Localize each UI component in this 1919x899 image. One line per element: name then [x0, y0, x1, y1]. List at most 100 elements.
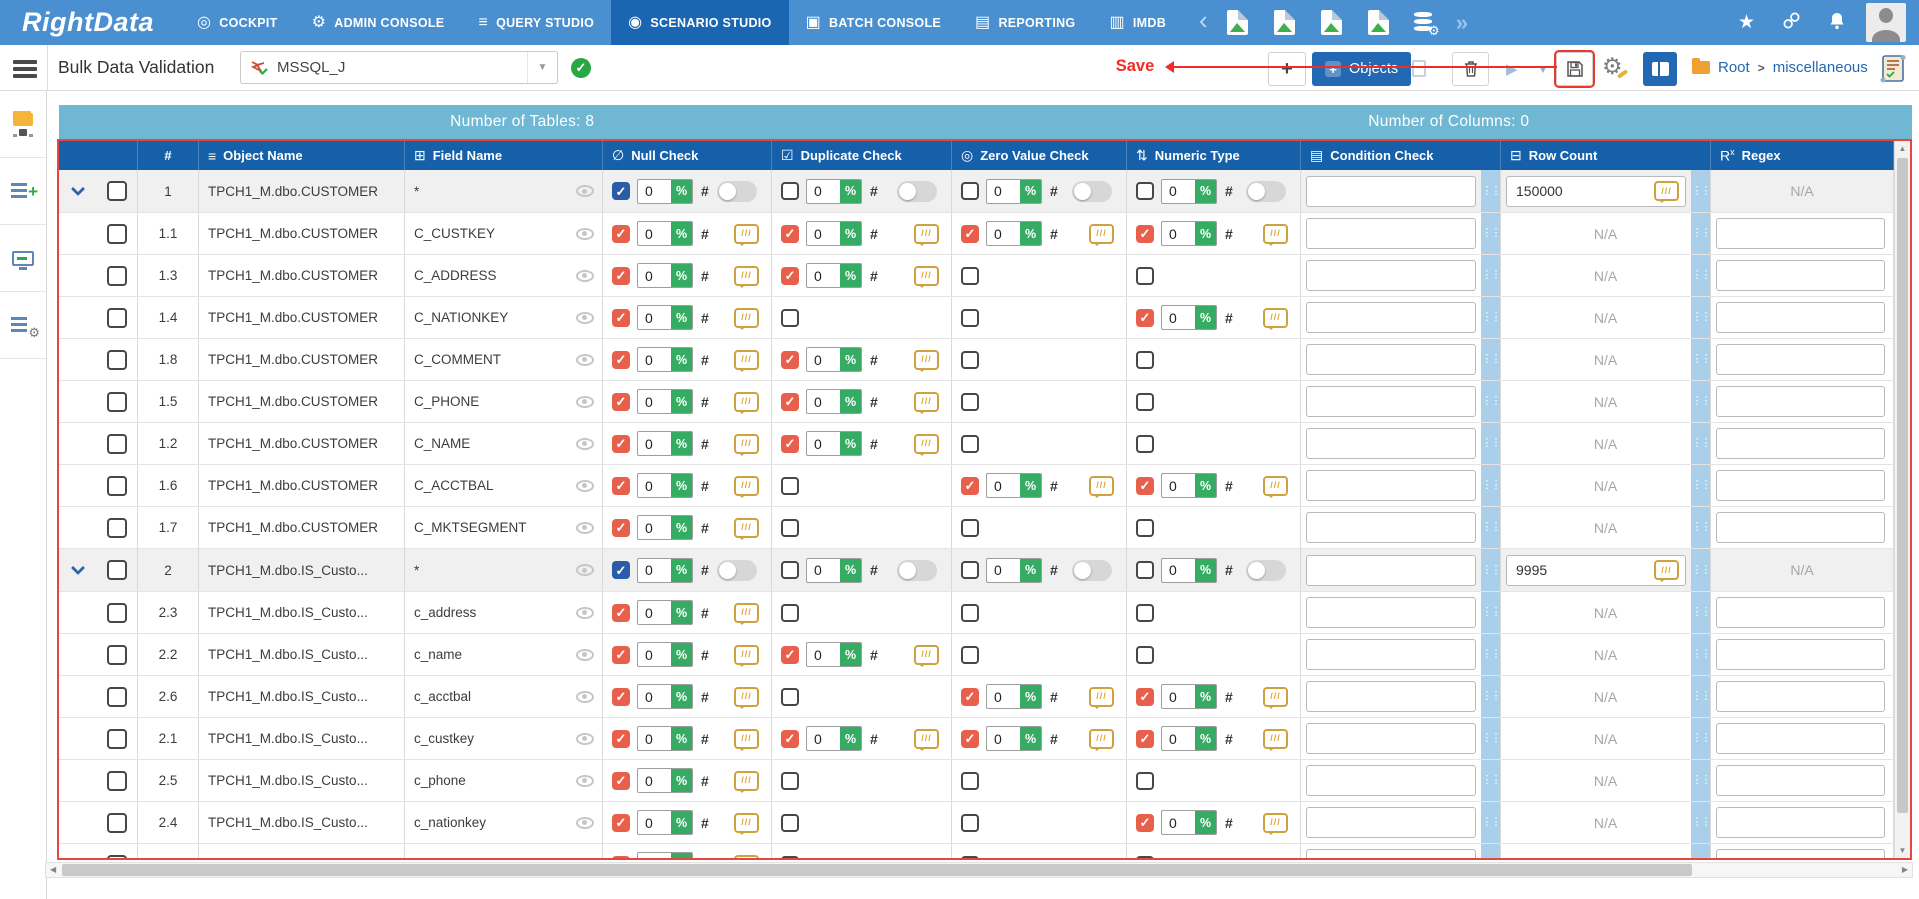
regex-input[interactable]: [1716, 681, 1885, 712]
column-drag-handle[interactable]: ⋮⋮: [1481, 549, 1500, 591]
zero-value-check-cell-checkbox[interactable]: [961, 267, 979, 285]
threshold-input[interactable]: 0%: [986, 473, 1042, 498]
threshold-input[interactable]: 0%: [986, 179, 1042, 204]
row-checkbox[interactable]: [107, 729, 127, 749]
eye-icon[interactable]: [576, 228, 594, 240]
count-hash-label[interactable]: #: [1225, 562, 1233, 578]
column-drag-handle[interactable]: ⋮⋮: [1481, 718, 1500, 759]
threshold-input[interactable]: 0%: [806, 642, 862, 667]
toggle-switch[interactable]: [717, 560, 757, 581]
count-hash-label[interactable]: #: [870, 226, 878, 242]
column-drag-handle[interactable]: ⋮⋮: [1481, 802, 1500, 843]
zero-value-check-cell-checkbox[interactable]: [961, 477, 979, 495]
percent-badge[interactable]: %: [671, 727, 692, 750]
scenario-scroll-icon[interactable]: [1878, 53, 1908, 89]
comment-bubble-icon[interactable]: ///: [914, 224, 939, 244]
column-drag-handle[interactable]: ⋮⋮: [1481, 592, 1500, 633]
percent-badge[interactable]: %: [671, 769, 692, 792]
comment-bubble-icon[interactable]: ///: [1089, 476, 1114, 496]
column-header-number[interactable]: #: [138, 141, 199, 170]
comment-bubble-icon[interactable]: ///: [1263, 308, 1288, 328]
scroll-left-arrow-icon[interactable]: ◀: [50, 865, 56, 874]
eye-icon[interactable]: [576, 354, 594, 366]
row-checkbox[interactable]: [107, 476, 127, 496]
column-drag-handle[interactable]: ⋮⋮: [1691, 465, 1710, 506]
percent-badge[interactable]: %: [1195, 811, 1216, 834]
comment-bubble-icon[interactable]: ///: [914, 266, 939, 286]
regex-input[interactable]: [1716, 807, 1885, 838]
open-scenario-doc-icon[interactable]: [1274, 10, 1295, 35]
row-checkbox[interactable]: [107, 181, 127, 201]
count-hash-label[interactable]: #: [701, 268, 709, 284]
regex-input[interactable]: [1716, 849, 1885, 858]
regex-input[interactable]: [1716, 428, 1885, 459]
percent-badge[interactable]: %: [671, 180, 692, 203]
comment-bubble-icon[interactable]: ///: [734, 687, 759, 707]
comment-bubble-icon[interactable]: ///: [734, 729, 759, 749]
eye-icon[interactable]: [576, 607, 594, 619]
percent-badge[interactable]: %: [1020, 180, 1041, 203]
duplicate-check-cell-checkbox[interactable]: [781, 856, 799, 859]
condition-input[interactable]: [1306, 765, 1476, 796]
breadcrumb-current[interactable]: miscellaneous: [1773, 59, 1868, 76]
column-drag-handle[interactable]: ⋮⋮: [1481, 676, 1500, 717]
threshold-input[interactable]: 0%: [637, 347, 693, 372]
threshold-input[interactable]: 0%: [806, 347, 862, 372]
null-check-cell-checkbox[interactable]: [612, 225, 630, 243]
eye-icon[interactable]: [576, 522, 594, 534]
count-hash-label[interactable]: #: [1225, 478, 1233, 494]
column-drag-handle[interactable]: ⋮⋮: [1691, 213, 1710, 254]
column-header-row-count[interactable]: ⊟Row Count: [1501, 141, 1711, 170]
percent-badge[interactable]: %: [840, 727, 861, 750]
zero-value-check-cell-checkbox[interactable]: [961, 182, 979, 200]
threshold-input[interactable]: 0%: [986, 558, 1042, 583]
regex-input[interactable]: [1716, 260, 1885, 291]
percent-badge[interactable]: %: [840, 264, 861, 287]
null-check-cell-checkbox[interactable]: [612, 604, 630, 622]
comment-bubble-icon[interactable]: ///: [734, 771, 759, 791]
zero-value-check-cell-checkbox[interactable]: [961, 435, 979, 453]
zero-value-check-cell-checkbox[interactable]: [961, 561, 979, 579]
expand-right-chevron-icon[interactable]: »: [1456, 12, 1468, 34]
column-drag-handle[interactable]: ⋮⋮: [1481, 760, 1500, 801]
count-hash-label[interactable]: #: [701, 436, 709, 452]
condition-input[interactable]: [1306, 344, 1476, 375]
percent-badge[interactable]: %: [671, 601, 692, 624]
duplicate-check-cell-checkbox[interactable]: [781, 393, 799, 411]
column-header-object-name[interactable]: ≡Object Name: [199, 141, 405, 170]
numeric-type-check-cell-checkbox[interactable]: [1136, 225, 1154, 243]
comment-bubble-icon[interactable]: ///: [1089, 224, 1114, 244]
comment-bubble-icon[interactable]: ///: [1263, 224, 1288, 244]
regex-input[interactable]: [1716, 723, 1885, 754]
duplicate-check-cell-checkbox[interactable]: [781, 435, 799, 453]
sidebar-item-list-settings[interactable]: [0, 292, 46, 359]
toggle-switch[interactable]: [897, 181, 937, 202]
dropdown-caret-icon[interactable]: ▼: [527, 52, 557, 83]
count-hash-label[interactable]: #: [701, 520, 709, 536]
null-check-cell-checkbox[interactable]: [612, 688, 630, 706]
threshold-input[interactable]: 0%: [637, 558, 693, 583]
percent-badge[interactable]: %: [1195, 685, 1216, 708]
duplicate-check-cell-checkbox[interactable]: [781, 477, 799, 495]
percent-badge[interactable]: %: [671, 306, 692, 329]
condition-input[interactable]: [1306, 681, 1476, 712]
open-scenario-doc-icon[interactable]: [1321, 10, 1342, 35]
row-checkbox[interactable]: [107, 266, 127, 286]
comment-bubble-icon[interactable]: ///: [914, 350, 939, 370]
count-hash-label[interactable]: #: [870, 731, 878, 747]
comment-bubble-icon[interactable]: ///: [914, 645, 939, 665]
numeric-type-check-cell-checkbox[interactable]: [1136, 477, 1154, 495]
null-check-cell-checkbox[interactable]: [612, 730, 630, 748]
run-icon[interactable]: ▶: [1506, 60, 1518, 78]
save-button[interactable]: [1556, 52, 1593, 86]
zero-value-check-cell-checkbox[interactable]: [961, 814, 979, 832]
breadcrumb-root[interactable]: Root: [1718, 59, 1750, 76]
threshold-input[interactable]: 0%: [806, 179, 862, 204]
column-drag-handle[interactable]: ⋮⋮: [1481, 297, 1500, 338]
null-check-cell-checkbox[interactable]: [612, 561, 630, 579]
count-hash-label[interactable]: #: [701, 605, 709, 621]
threshold-input[interactable]: 0%: [637, 473, 693, 498]
comment-bubble-icon[interactable]: ///: [1263, 813, 1288, 833]
link-icon[interactable]: [1782, 11, 1801, 35]
regex-input[interactable]: [1716, 765, 1885, 796]
